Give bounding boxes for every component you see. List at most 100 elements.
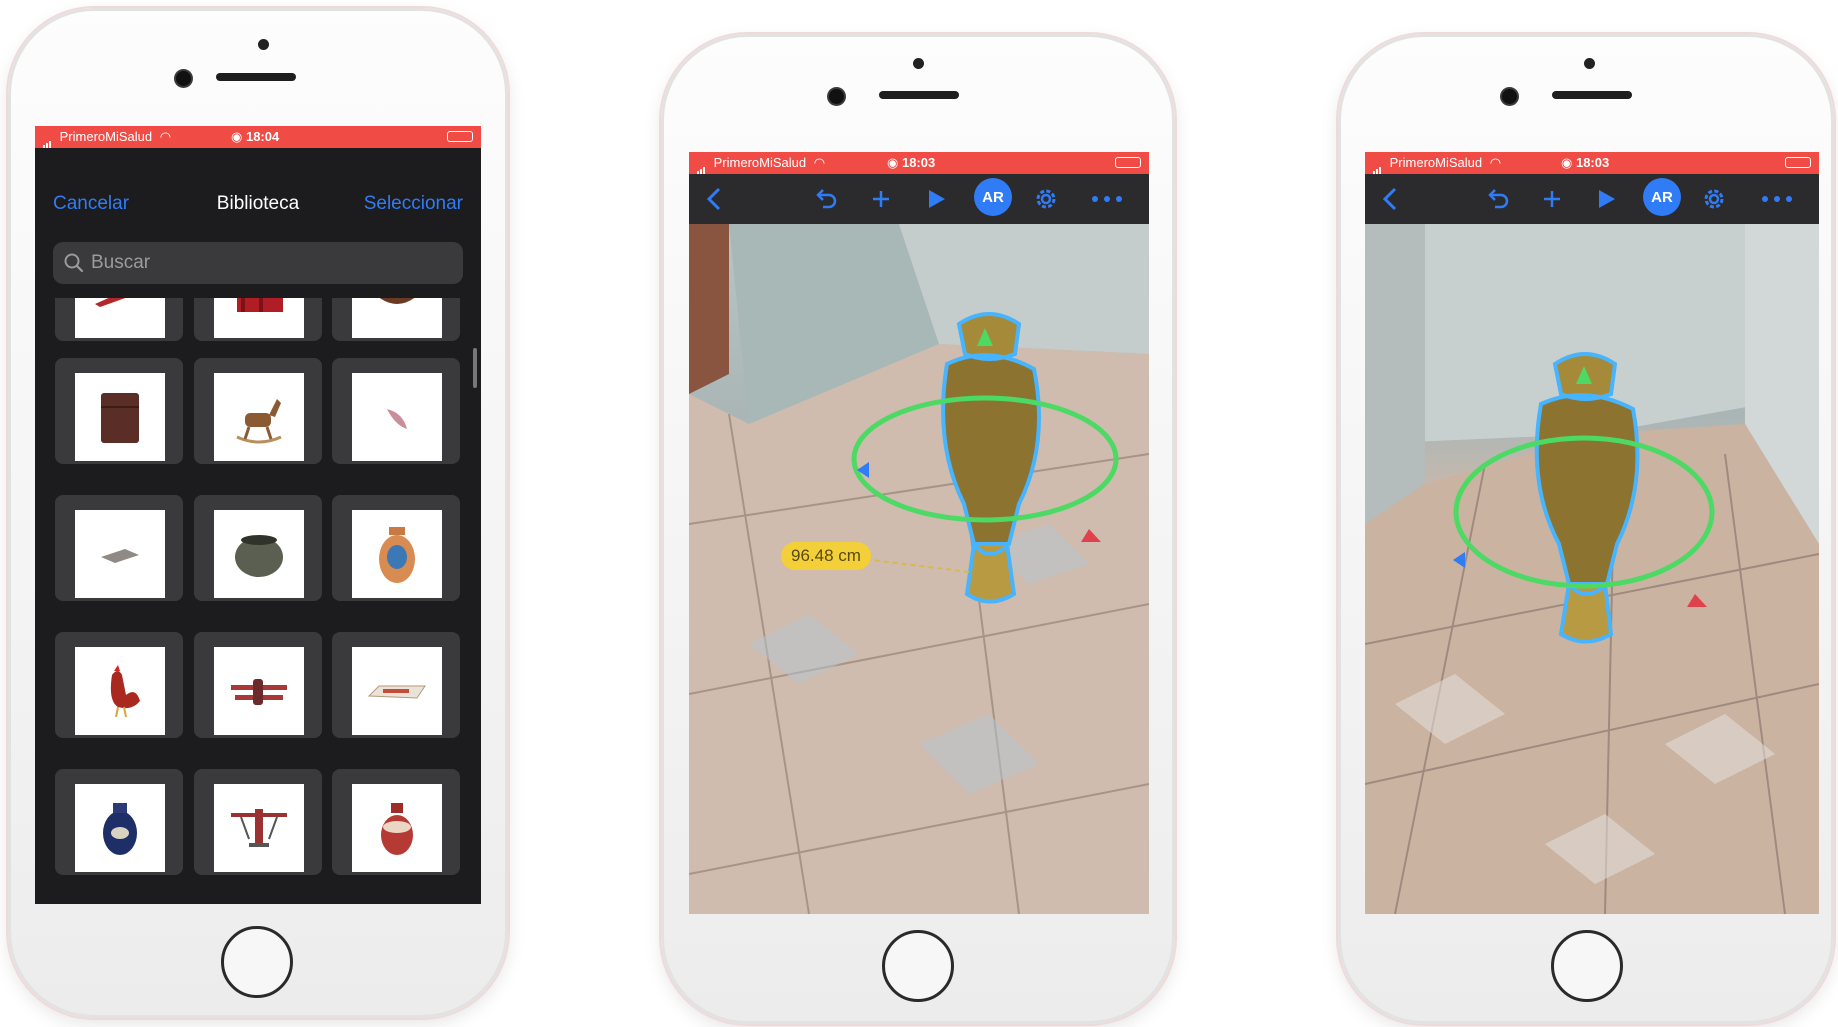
scrollbar[interactable] xyxy=(473,348,477,388)
grid-item-wooden-chest[interactable] xyxy=(55,358,183,464)
settings-icon[interactable] xyxy=(1029,182,1063,216)
ar-scene-render xyxy=(1365,224,1819,914)
grid-item-saddle[interactable] xyxy=(332,298,460,341)
front-camera xyxy=(176,71,191,86)
add-icon[interactable] xyxy=(864,182,898,216)
ar-label: AR xyxy=(1643,178,1681,216)
status-bar: PrimeroMiSalud ◠ ◉ 18:03 xyxy=(1365,152,1819,175)
grid-item-clay-pot[interactable] xyxy=(194,495,322,601)
search-placeholder: Buscar xyxy=(91,252,151,273)
alarm-icon: ◉ xyxy=(887,155,899,170)
ar-scene-render xyxy=(689,224,1149,914)
status-time: 18:03 xyxy=(1575,155,1610,170)
undo-icon[interactable] xyxy=(1481,182,1515,216)
front-camera xyxy=(1502,89,1517,104)
red-box-icon xyxy=(214,298,304,338)
alarm-icon: ◉ xyxy=(231,129,243,144)
sign-board-icon xyxy=(352,647,442,735)
painted-vase-icon xyxy=(352,510,442,598)
red-vase-icon xyxy=(352,784,442,872)
more-icon[interactable] xyxy=(1087,182,1127,216)
status-time: 18:04 xyxy=(245,129,280,144)
search-icon xyxy=(64,253,84,273)
library-nav: Cancelar Biblioteca Seleccionar xyxy=(35,193,481,227)
status-bar: PrimeroMiSalud ◠ ◉ 18:03 xyxy=(689,152,1149,175)
undo-icon[interactable] xyxy=(809,182,843,216)
carrier-name: PrimeroMiSalud xyxy=(59,129,153,144)
grid-item-feather[interactable] xyxy=(332,358,460,464)
earpiece-speaker xyxy=(216,73,296,81)
wooden-chest-icon xyxy=(75,373,165,461)
library-screen: PrimeroMiSalud ◠ ◉ 18:04 Cancelar Biblio… xyxy=(35,126,481,904)
grid-item-blue-vase[interactable] xyxy=(55,769,183,875)
play-icon[interactable] xyxy=(919,182,953,216)
rocking-horse-icon xyxy=(214,373,304,461)
grid-item-red-vase[interactable] xyxy=(332,769,460,875)
phone-ar-view: PrimeroMiSalud ◠ ◉ 18:03 AR xyxy=(1338,34,1834,1024)
measurement-badge: 96.48 cm xyxy=(781,542,871,570)
proximity-sensor xyxy=(913,58,924,69)
wifi-icon: ◠ xyxy=(159,129,172,144)
ar-label: AR xyxy=(974,178,1012,216)
home-button[interactable] xyxy=(221,926,293,998)
grid-item-red-object[interactable] xyxy=(55,298,183,341)
proximity-sensor xyxy=(258,39,269,50)
biplane-icon xyxy=(214,647,304,735)
grid-item-biplane[interactable] xyxy=(194,632,322,738)
settings-icon[interactable] xyxy=(1697,182,1731,216)
grid-item-red-box[interactable] xyxy=(194,298,322,341)
ar-button[interactable]: AR xyxy=(971,178,1015,216)
carrier-name: PrimeroMiSalud xyxy=(1389,155,1483,170)
feather-icon xyxy=(352,373,442,461)
grid-item-sign-board[interactable] xyxy=(332,632,460,738)
clay-pot-icon xyxy=(214,510,304,598)
wifi-icon: ◠ xyxy=(1489,155,1502,170)
status-time: 18:03 xyxy=(901,155,936,170)
ar-button[interactable]: AR xyxy=(1640,178,1684,216)
back-icon[interactable] xyxy=(1375,182,1405,216)
signal-icon xyxy=(1373,153,1382,175)
proximity-sensor xyxy=(1584,58,1595,69)
search-input[interactable]: Buscar xyxy=(53,242,463,284)
back-icon[interactable] xyxy=(699,182,729,216)
ar-camera-view[interactable]: 96.48 cm xyxy=(689,224,1149,914)
earpiece-speaker xyxy=(1552,91,1632,99)
ar-screen: PrimeroMiSalud ◠ ◉ 18:03 AR xyxy=(1365,152,1819,914)
blue-vase-icon xyxy=(75,784,165,872)
airplane-icon xyxy=(214,784,304,872)
phone-ar-measure: PrimeroMiSalud ◠ ◉ 18:03 AR 96.48 cm xyxy=(661,34,1175,1024)
battery-icon xyxy=(1785,157,1811,168)
battery-icon xyxy=(447,131,473,142)
ar-screen: PrimeroMiSalud ◠ ◉ 18:03 AR xyxy=(689,152,1149,914)
flat-tray-icon xyxy=(75,510,165,598)
grid-item-rooster[interactable] xyxy=(55,632,183,738)
library-header: Cancelar Biblioteca Seleccionar Buscar xyxy=(35,148,481,298)
grid-item-painted-vase[interactable] xyxy=(332,495,460,601)
phone-library: PrimeroMiSalud ◠ ◉ 18:04 Cancelar Biblio… xyxy=(8,8,508,1018)
signal-icon xyxy=(697,153,706,175)
battery-icon xyxy=(1115,157,1141,168)
select-button[interactable]: Seleccionar xyxy=(364,193,463,215)
status-bar: PrimeroMiSalud ◠ ◉ 18:04 xyxy=(35,126,481,149)
earpiece-speaker xyxy=(879,91,959,99)
ar-camera-view[interactable] xyxy=(1365,224,1819,914)
carrier-name: PrimeroMiSalud xyxy=(713,155,807,170)
more-icon[interactable] xyxy=(1757,182,1797,216)
home-button[interactable] xyxy=(882,930,954,1002)
rooster-icon xyxy=(75,647,165,735)
signal-icon xyxy=(43,127,52,149)
wifi-icon: ◠ xyxy=(813,155,826,170)
home-button[interactable] xyxy=(1551,930,1623,1002)
red-object-icon xyxy=(75,298,165,338)
ar-toolbar: AR xyxy=(689,174,1149,224)
play-icon[interactable] xyxy=(1589,182,1623,216)
saddle-icon xyxy=(352,298,442,338)
add-icon[interactable] xyxy=(1535,182,1569,216)
model-grid xyxy=(35,298,481,904)
ar-toolbar: AR xyxy=(1365,174,1819,224)
alarm-icon: ◉ xyxy=(1561,155,1573,170)
grid-item-airplane[interactable] xyxy=(194,769,322,875)
front-camera xyxy=(829,89,844,104)
grid-item-flat-tray[interactable] xyxy=(55,495,183,601)
grid-item-rocking-horse[interactable] xyxy=(194,358,322,464)
